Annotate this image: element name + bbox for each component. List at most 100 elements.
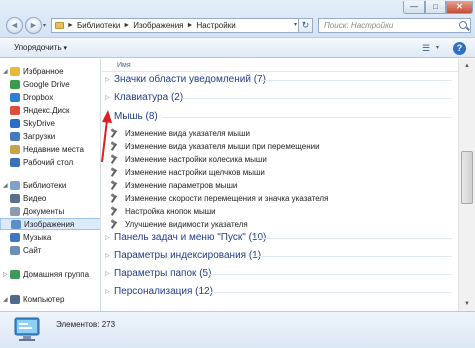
dropbox-icon [10, 92, 20, 102]
close-button[interactable]: ✕ [446, 1, 473, 14]
site-library-icon [10, 245, 20, 255]
search-icon[interactable] [459, 21, 467, 29]
list-item[interactable]: Изменение параметров мыши [110, 179, 237, 191]
sidebar-item-video[interactable]: Видео [0, 192, 100, 204]
breadcrumb-libraries[interactable]: Библиотеки [77, 21, 120, 30]
skydrive-icon [10, 118, 20, 128]
group-title[interactable]: Значки области уведомлений (7) [114, 74, 266, 85]
vertical-scrollbar[interactable]: ▲ ▼ [458, 59, 475, 311]
address-bar[interactable]: ► Библиотеки ► Изображения ► Настройки ▾… [51, 18, 313, 33]
maximize-button[interactable]: □ [425, 1, 446, 14]
scroll-down-button[interactable]: ▼ [461, 298, 473, 310]
group-divider [182, 98, 452, 99]
expand-icon[interactable]: ▷ [105, 270, 110, 277]
breadcrumb-images[interactable]: Изображения [133, 21, 183, 30]
group-header[interactable]: ▷ Параметры папок (5) [102, 267, 458, 281]
group-title[interactable]: Клавиатура (2) [114, 92, 183, 103]
expand-icon[interactable]: ▷ [105, 252, 110, 259]
search-placeholder: Поиск: Настройки [324, 21, 394, 30]
expand-icon[interactable]: ▷ [105, 234, 110, 241]
group-title[interactable]: Персонализация (12) [114, 286, 213, 297]
video-library-icon [10, 193, 20, 203]
sidebar-item-images[interactable]: Изображения [0, 218, 100, 230]
list-item[interactable]: Изменение вида указателя мыши [110, 127, 250, 139]
refresh-button[interactable]: ↻ [298, 18, 313, 33]
list-item[interactable]: Изменение скорости перемещения и значка … [110, 192, 328, 204]
navigation-pane: ◢ Избранное Google Drive Dropbox Яндекс.… [0, 59, 101, 311]
recent-places-icon [10, 144, 20, 154]
sidebar-homegroup[interactable]: ▷ Домашняя группа [0, 268, 100, 280]
expand-icon[interactable]: ▷ [105, 288, 110, 295]
view-icon[interactable]: ☰ [416, 42, 436, 54]
title-bar: — □ ✕ ◄ ► ▾ ► Библиотеки ► Изображения ►… [0, 0, 475, 38]
list-item[interactable]: Изменение вида указателя мыши при переме… [110, 140, 320, 152]
sidebar-computer[interactable]: ◢ Компьютер [0, 293, 100, 305]
list-item[interactable]: Улучшение видимости указателя [110, 218, 248, 230]
forward-button[interactable]: ► [25, 17, 42, 34]
details-pane: Элементов: 273 [0, 311, 475, 348]
sidebar-favorites[interactable]: ◢ Избранное [0, 65, 100, 77]
mouse-settings-icon [110, 168, 119, 177]
list-item[interactable]: Изменение настройки щелчков мыши [110, 166, 265, 178]
breadcrumb-separator[interactable]: ► [123, 22, 130, 29]
item-count: Элементов: 273 [56, 320, 116, 329]
group-header[interactable]: ▷ Значки области уведомлений (7) [102, 73, 458, 87]
group-header[interactable]: ▷ Панель задач и меню "Пуск" (10) [102, 231, 458, 245]
mouse-settings-icon [110, 181, 119, 190]
list-item[interactable]: Настройка кнопок мыши [110, 205, 216, 217]
expand-icon[interactable]: ▷ [0, 271, 10, 278]
list-item[interactable]: Изменение настройки колесика мыши [110, 153, 267, 165]
group-divider [209, 292, 452, 293]
breadcrumb-separator[interactable]: ► [67, 22, 74, 29]
collapse-icon[interactable]: ◢ [0, 68, 10, 75]
sidebar-item-documents[interactable]: Документы [0, 205, 100, 217]
group-title[interactable]: Панель задач и меню "Пуск" (10) [114, 232, 266, 243]
organize-button[interactable]: Упорядочить [14, 43, 67, 52]
collapse-icon[interactable]: ◢ [0, 182, 10, 189]
pictures-library-icon [11, 219, 21, 229]
computer-icon [10, 294, 20, 304]
sidebar-item-music[interactable]: Музыка [0, 231, 100, 243]
address-dropdown-icon[interactable]: ▾ [294, 21, 297, 28]
group-divider [209, 274, 452, 275]
star-icon [10, 66, 20, 76]
scroll-up-button[interactable]: ▲ [461, 60, 473, 72]
group-header[interactable]: ▷ Клавиатура (2) [102, 91, 458, 105]
recent-pages-dropdown[interactable]: ▾ [43, 22, 46, 29]
group-header[interactable]: ▷ Параметры индексирования (1) [102, 249, 458, 263]
group-title[interactable]: Параметры индексирования (1) [114, 250, 261, 261]
view-options-dropdown[interactable]: ▾ [436, 42, 446, 54]
sidebar-item-dropbox[interactable]: Dropbox [0, 91, 100, 103]
collapse-icon[interactable]: ◢ [0, 296, 10, 303]
homegroup-icon [10, 269, 20, 279]
sidebar-item-google-drive[interactable]: Google Drive [0, 78, 100, 90]
sidebar-item-yandex-disk[interactable]: Яндекс.Диск [0, 104, 100, 116]
sidebar-item-recent-places[interactable]: Недавние места [0, 143, 100, 155]
group-header[interactable]: ▷ Персонализация (12) [102, 285, 458, 299]
sidebar-item-site[interactable]: Сайт [0, 244, 100, 256]
group-divider [162, 117, 452, 118]
music-library-icon [10, 232, 20, 242]
search-input[interactable]: Поиск: Настройки [318, 18, 471, 33]
help-icon[interactable]: ? [453, 42, 466, 55]
breadcrumb-settings[interactable]: Настройки [196, 21, 235, 30]
group-divider [254, 256, 452, 257]
group-header-expanded[interactable]: ◢ Мышь (8) [102, 110, 458, 124]
breadcrumb-separator[interactable]: ► [187, 22, 194, 29]
folder-icon [55, 22, 64, 29]
group-divider [260, 80, 452, 81]
sidebar-libraries[interactable]: ◢ Библиотеки [0, 179, 100, 191]
sidebar-item-downloads[interactable]: Загрузки [0, 130, 100, 142]
scroll-thumb[interactable] [461, 151, 473, 204]
documents-library-icon [10, 206, 20, 216]
back-button[interactable]: ◄ [6, 17, 23, 34]
minimize-button[interactable]: — [403, 1, 425, 14]
sidebar-item-desktop[interactable]: Рабочий стол [0, 156, 100, 168]
downloads-icon [10, 131, 20, 141]
command-bar: Упорядочить ☰ ▾ ? [0, 38, 475, 58]
desktop-icon [10, 157, 20, 167]
mouse-settings-icon [110, 207, 119, 216]
annotation-arrow-icon [101, 110, 112, 163]
group-title[interactable]: Параметры папок (5) [114, 268, 211, 279]
sidebar-item-skydrive[interactable]: SkyDrive [0, 117, 100, 129]
